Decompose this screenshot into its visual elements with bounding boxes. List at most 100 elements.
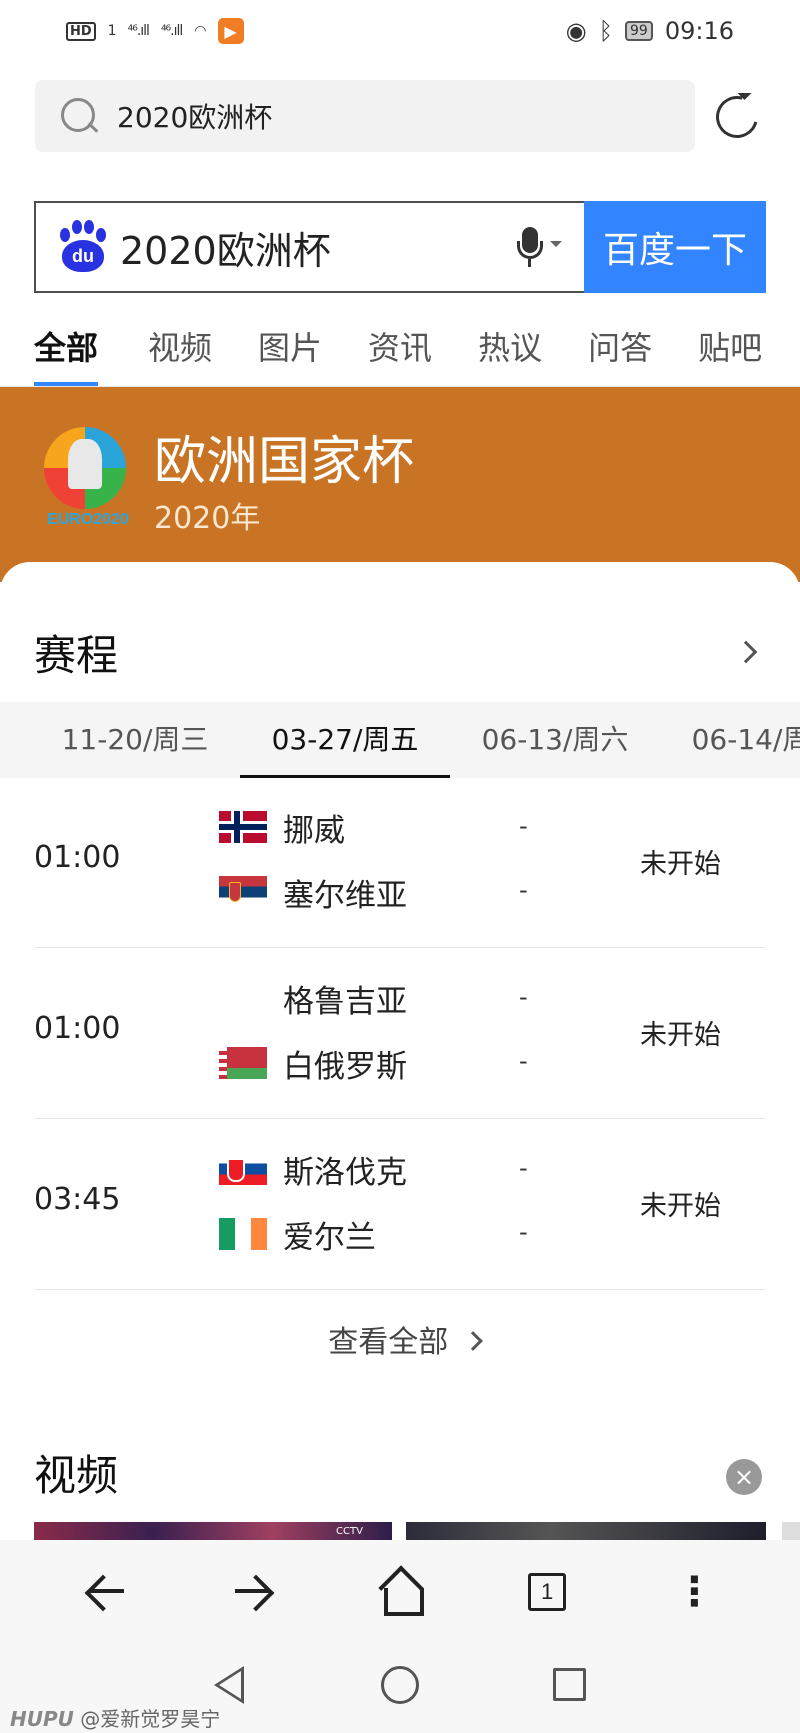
home-score: - [519,983,528,1011]
away-team-name: 塞尔维亚 [283,877,407,914]
close-icon[interactable]: × [726,1459,762,1495]
schedule-title: 赛程 [34,631,119,680]
back-arrow-icon[interactable] [76,1562,136,1622]
sim-sub-label: 1 [107,23,117,39]
match-time: 01:00 [34,1011,121,1046]
signal-icon-2: ⁴⁶.ıll [160,23,183,39]
address-query: 2020欧洲杯 [117,101,273,134]
home-team: 格鲁吉亚 [219,973,407,1023]
baidu-search-button[interactable]: 百度一下 [584,201,766,293]
home-team-name: 斯洛伐克 [283,1154,407,1191]
baidu-paw-logo-icon: du [56,220,106,274]
video-thumbnail-2[interactable] [406,1522,766,1542]
nav-recents-icon[interactable] [553,1668,586,1701]
microphone-icon[interactable] [514,227,562,271]
date-tab-1[interactable]: 11-20/周三 [30,702,240,778]
view-all-label: 查看全部 [328,1325,449,1360]
flag-placeholder [219,982,267,1014]
home-score: - [519,812,528,840]
banner-title: 欧洲国家杯 [154,432,415,492]
watermark-brand: HUPU [10,1707,74,1731]
address-bar[interactable]: 2020欧洲杯 [35,80,695,152]
away-team: 白俄罗斯 [219,1038,407,1088]
date-tab-2[interactable]: 03-27/周五 [240,702,450,778]
tab-qa[interactable]: 问答 [588,305,652,386]
home-team: 斯洛伐克 [219,1144,407,1194]
baidu-logo-text: du [62,240,104,272]
baidu-search-box: du 2020欧洲杯 百度一下 [34,201,766,293]
status-right: ◉ ᛒ 99 09:16 [566,17,734,45]
status-bar: HD 1 ⁴⁶.ıll ⁴⁶.ıll ◠ ▶ ◉ ᛒ 99 09:16 [0,0,800,62]
match-status: 未开始 [640,1191,721,1222]
clock: 09:16 [664,17,734,45]
more-menu-button[interactable]: ⋮ [664,1562,724,1622]
serbia-flag-icon [219,876,267,908]
baidu-query-text: 2020欧洲杯 [120,228,331,273]
euro2020-logo-icon: EURO2020 [38,427,134,528]
away-team-name: 爱尔兰 [283,1219,376,1256]
schedule-chevron-right-icon[interactable] [734,640,758,664]
home-icon[interactable] [370,1562,430,1622]
date-tab-3[interactable]: 06-13/周六 [450,702,660,778]
schedule-card: 赛程 11-20/周三 03-27/周五 06-13/周六 06-14/周日 0… [0,562,800,1562]
away-score: - [519,1047,528,1075]
match-status: 未开始 [640,849,721,880]
away-team: 塞尔维亚 [219,867,407,917]
home-team: 挪威 [219,802,345,852]
more-vertical-icon: ⋮ [674,1569,715,1615]
norway-flag-icon [219,811,267,843]
status-left: HD 1 ⁴⁶.ıll ⁴⁶.ıll ◠ ▶ [66,18,244,44]
cctv-badge: CCTV [336,1526,363,1537]
watermark: HUPU @爱新觉罗昊宁 [10,1703,220,1732]
video-section-title: 视频 [34,1451,119,1500]
match-row[interactable]: 01:00 格鲁吉亚 白俄罗斯 - - 未开始 [34,949,766,1119]
forward-arrow-icon[interactable] [223,1562,283,1622]
tab-video[interactable]: 视频 [148,305,212,386]
baidu-search-input[interactable]: du 2020欧洲杯 [34,201,584,293]
result-type-tabs: 全部 视频 图片 资讯 热议 问答 贴吧 [0,305,800,387]
hd-badge: HD [66,21,96,41]
nav-back-icon[interactable] [214,1666,244,1704]
match-row[interactable]: 03:45 斯洛伐克 爱尔兰 - - 未开始 [34,1120,766,1290]
tab-discussion[interactable]: 热议 [478,305,542,386]
signal-icon-1: ⁴⁶.ıll [127,23,150,39]
date-tab-4[interactable]: 06-14/周日 [660,702,800,778]
bluetooth-icon: ᛒ [598,17,613,45]
banner-subtitle: 2020年 [154,501,261,536]
video-app-icon: ▶ [217,18,244,44]
away-team-name: 白俄罗斯 [283,1048,407,1085]
away-team: 爱尔兰 [219,1209,376,1259]
view-all-chevron-icon [462,1331,483,1351]
tab-count-icon: 1 [528,1573,567,1611]
match-time: 01:00 [34,840,121,875]
browser-toolbar: 1 ⋮ [0,1540,800,1644]
video-thumbnail-3[interactable] [782,1522,800,1542]
home-team-name: 格鲁吉亚 [283,983,407,1020]
euro-logo-text: EURO2020 [47,511,129,528]
search-icon [59,96,99,136]
match-row[interactable]: 01:00 挪威 塞尔维亚 - - 未开始 [34,778,766,948]
match-time: 03:45 [34,1182,121,1217]
tab-images[interactable]: 图片 [258,305,322,386]
view-all-link[interactable]: 查看全部 [0,1317,800,1361]
watermark-handle: @爱新觉罗昊宁 [80,1707,221,1731]
tab-tieba[interactable]: 贴吧 [698,305,762,386]
belarus-flag-icon [219,1047,267,1079]
tab-news[interactable]: 资讯 [368,305,432,386]
tabs-button[interactable]: 1 [517,1562,577,1622]
euro-banner[interactable]: EURO2020 欧洲国家杯 2020年 [0,387,800,582]
date-selector: 11-20/周三 03-27/周五 06-13/周六 06-14/周日 [0,702,800,778]
away-score: - [519,1218,528,1246]
refresh-icon[interactable] [708,88,766,146]
away-score: - [519,876,528,904]
nav-home-icon[interactable] [381,1666,419,1704]
wifi-icon: ◠ [194,23,206,39]
home-team-name: 挪威 [283,812,345,849]
ireland-flag-icon [219,1218,267,1250]
home-score: - [519,1154,528,1182]
match-status: 未开始 [640,1020,721,1051]
battery-icon: 99 [625,21,653,41]
tab-all[interactable]: 全部 [34,305,99,386]
slovakia-flag-icon [219,1153,267,1185]
eye-comfort-icon: ◉ [565,17,587,45]
